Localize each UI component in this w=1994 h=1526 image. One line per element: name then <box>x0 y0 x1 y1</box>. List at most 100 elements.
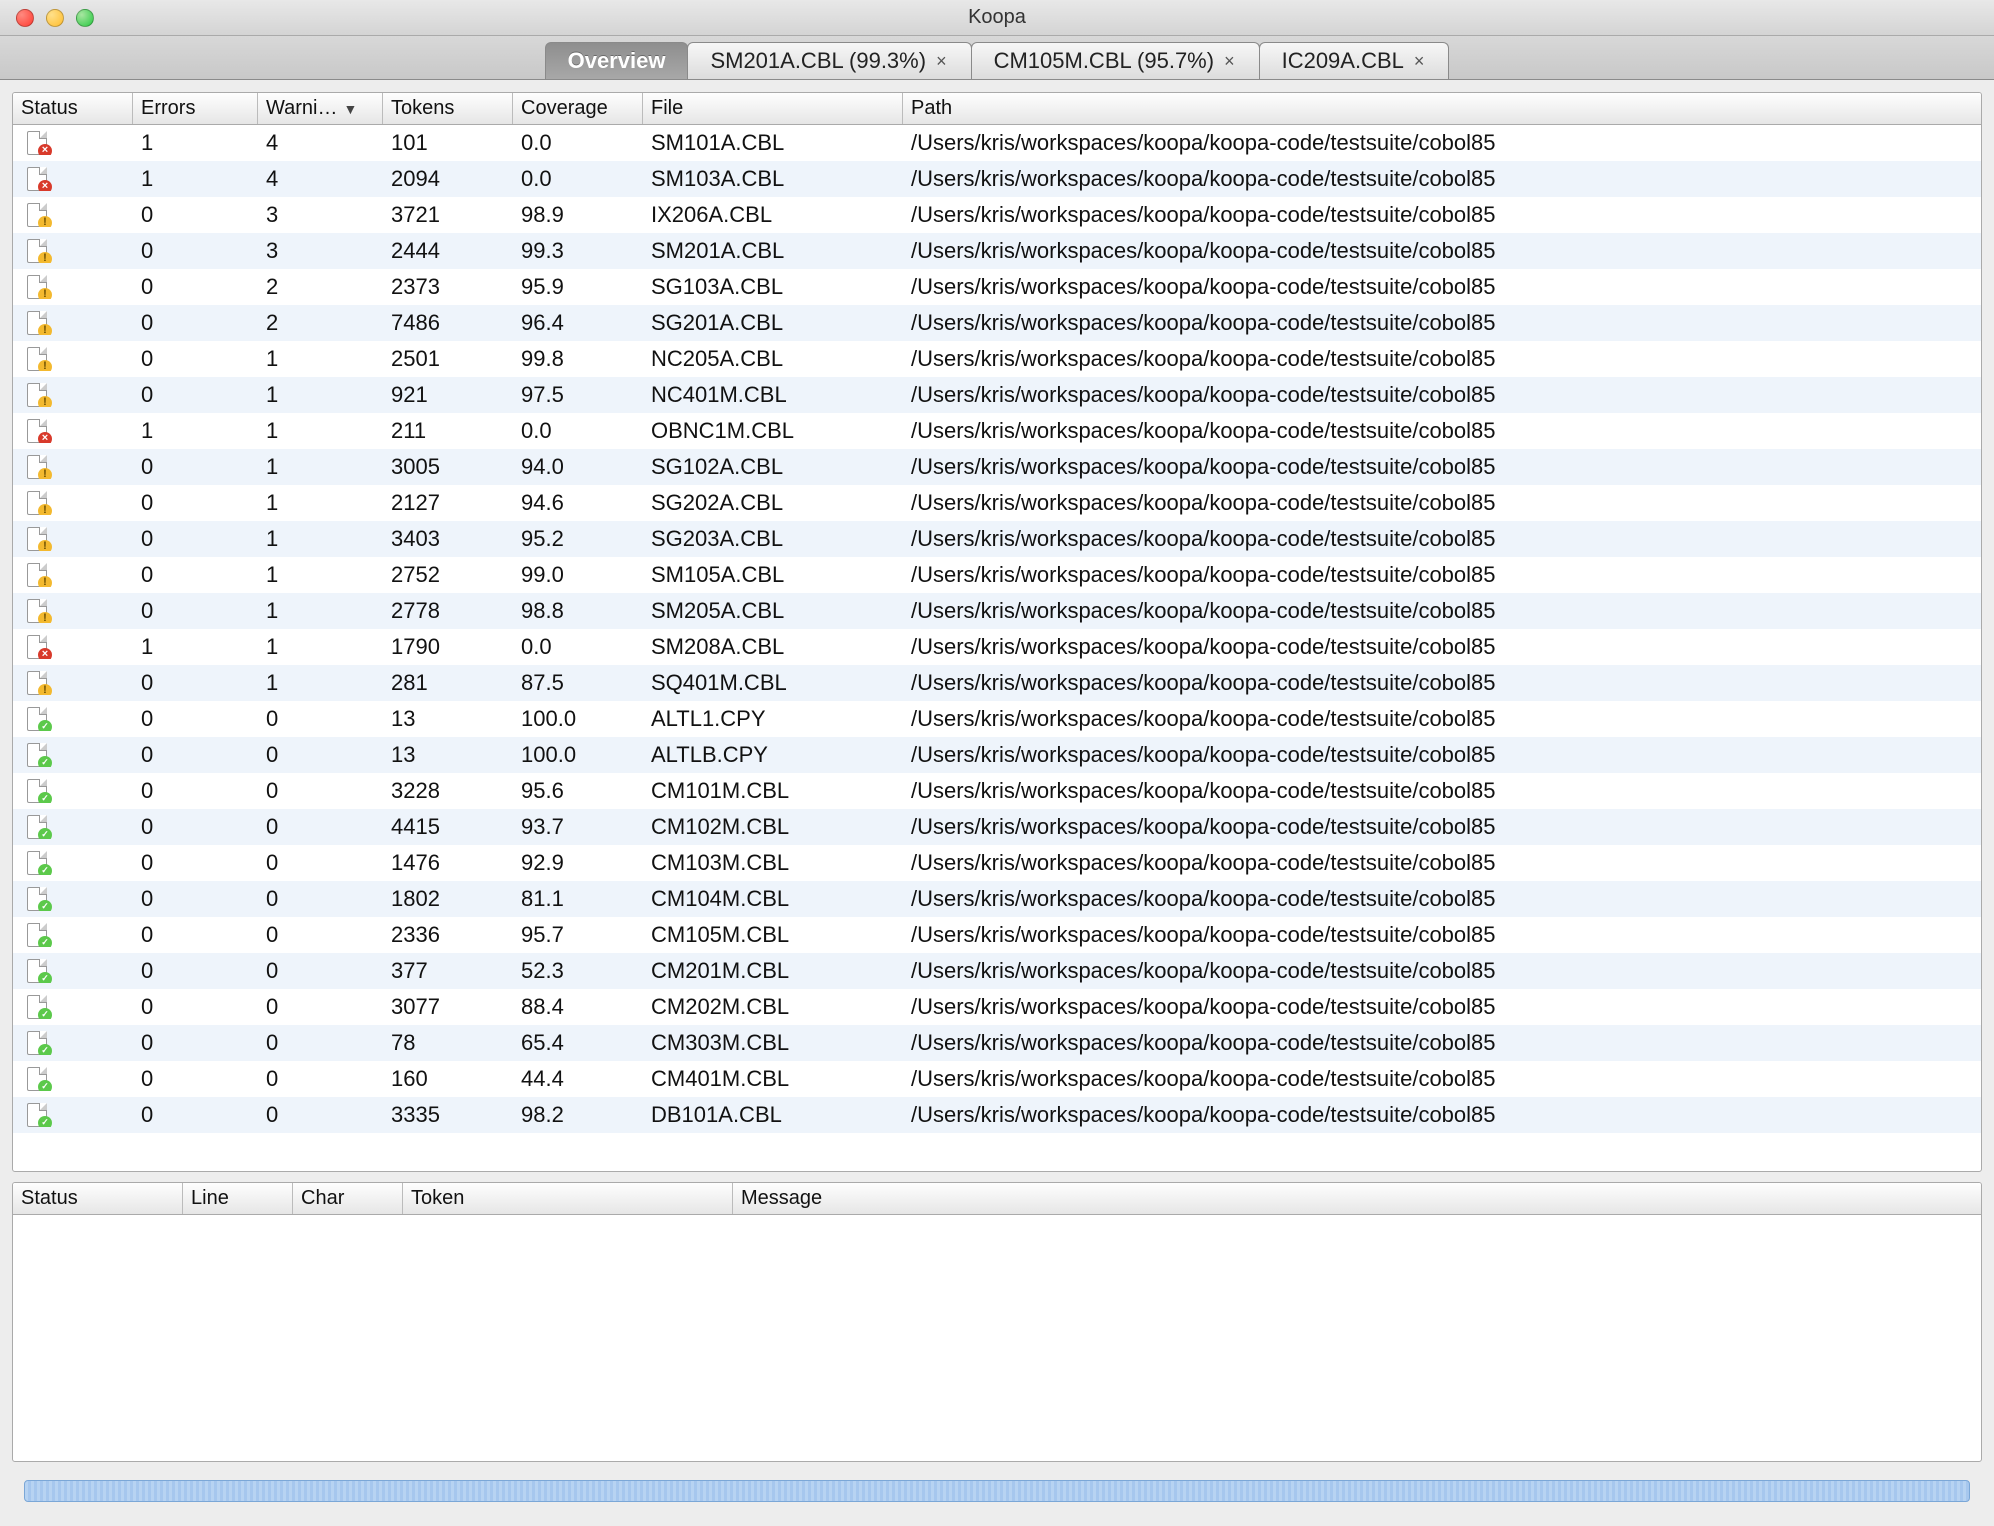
table-row[interactable]: 141010.0SM101A.CBL/Users/kris/workspaces… <box>13 125 1981 161</box>
detail-table-body[interactable] <box>13 1215 1981 1461</box>
status-warning-icon <box>27 239 47 263</box>
col-warnings[interactable]: Warni…▼ <box>258 93 383 124</box>
col-path[interactable]: Path <box>903 93 1981 124</box>
col-detail-status[interactable]: Status <box>13 1183 183 1214</box>
tab-overview[interactable]: Overview <box>545 42 689 79</box>
cell-status <box>13 887 133 911</box>
col-detail-message[interactable]: Message <box>733 1183 1981 1214</box>
col-tokens[interactable]: Tokens <box>383 93 513 124</box>
cell-path: /Users/kris/workspaces/koopa/koopa-code/… <box>903 202 1981 228</box>
table-row[interactable]: 0013100.0ALTLB.CPY/Users/kris/workspaces… <box>13 737 1981 773</box>
col-detail-token[interactable]: Token <box>403 1183 733 1214</box>
col-file[interactable]: File <box>643 93 903 124</box>
cell-status <box>13 743 133 767</box>
table-row[interactable]: 1420940.0SM103A.CBL/Users/kris/workspace… <box>13 161 1981 197</box>
tab-close-icon[interactable]: × <box>1222 51 1237 72</box>
table-row[interactable]: 0016044.4CM401M.CBL/Users/kris/workspace… <box>13 1061 1981 1097</box>
cell-status <box>13 167 133 191</box>
table-row[interactable]: 02748696.4SG201A.CBL/Users/kris/workspac… <box>13 305 1981 341</box>
cell-tokens: 2373 <box>383 274 513 300</box>
cell-status <box>13 923 133 947</box>
cell-file: CM101M.CBL <box>643 778 903 804</box>
cell-file: SG201A.CBL <box>643 310 903 336</box>
tab-close-icon[interactable]: × <box>934 51 949 72</box>
cell-status <box>13 851 133 875</box>
cell-errors: 0 <box>133 1102 258 1128</box>
tab-close-icon[interactable]: × <box>1412 51 1427 72</box>
table-row[interactable]: 00180281.1CM104M.CBL/Users/kris/workspac… <box>13 881 1981 917</box>
cell-errors: 0 <box>133 346 258 372</box>
cell-warnings: 0 <box>258 922 383 948</box>
table-row[interactable]: 007865.4CM303M.CBL/Users/kris/workspaces… <box>13 1025 1981 1061</box>
table-row[interactable]: 01300594.0SG102A.CBL/Users/kris/workspac… <box>13 449 1981 485</box>
overview-table-body[interactable]: 141010.0SM101A.CBL/Users/kris/workspaces… <box>13 125 1981 1171</box>
table-row[interactable]: 00441593.7CM102M.CBL/Users/kris/workspac… <box>13 809 1981 845</box>
cell-tokens: 1802 <box>383 886 513 912</box>
cell-file: CM202M.CBL <box>643 994 903 1020</box>
table-row[interactable]: 01340395.2SG203A.CBL/Users/kris/workspac… <box>13 521 1981 557</box>
cell-errors: 0 <box>133 598 258 624</box>
tab-label: Overview <box>568 48 666 74</box>
table-row[interactable]: 1117900.0SM208A.CBL/Users/kris/workspace… <box>13 629 1981 665</box>
cell-status <box>13 419 133 443</box>
cell-warnings: 0 <box>258 850 383 876</box>
col-status[interactable]: Status <box>13 93 133 124</box>
cell-warnings: 1 <box>258 670 383 696</box>
table-row[interactable]: 01212794.6SG202A.CBL/Users/kris/workspac… <box>13 485 1981 521</box>
col-detail-line[interactable]: Line <box>183 1183 293 1214</box>
table-row[interactable]: 01275299.0SM105A.CBL/Users/kris/workspac… <box>13 557 1981 593</box>
cell-file: SM201A.CBL <box>643 238 903 264</box>
table-row[interactable]: 00233695.7CM105M.CBL/Users/kris/workspac… <box>13 917 1981 953</box>
table-row[interactable]: 01250199.8NC205A.CBL/Users/kris/workspac… <box>13 341 1981 377</box>
status-ok-icon <box>27 815 47 839</box>
table-row[interactable]: 00333598.2DB101A.CBL/Users/kris/workspac… <box>13 1097 1981 1133</box>
cell-file: SM101A.CBL <box>643 130 903 156</box>
status-warning-icon <box>27 491 47 515</box>
cell-coverage: 0.0 <box>513 418 643 444</box>
minimize-window-icon[interactable] <box>46 9 64 27</box>
cell-errors: 0 <box>133 814 258 840</box>
cell-coverage: 92.9 <box>513 850 643 876</box>
zoom-window-icon[interactable] <box>76 9 94 27</box>
cell-path: /Users/kris/workspaces/koopa/koopa-code/… <box>903 238 1981 264</box>
cell-tokens: 160 <box>383 1066 513 1092</box>
cell-tokens: 3403 <box>383 526 513 552</box>
col-coverage[interactable]: Coverage <box>513 93 643 124</box>
col-coverage-label: Coverage <box>521 97 608 120</box>
tab-file[interactable]: IC209A.CBL× <box>1259 42 1450 79</box>
cell-coverage: 94.0 <box>513 454 643 480</box>
table-row[interactable]: 112110.0OBNC1M.CBL/Users/kris/workspaces… <box>13 413 1981 449</box>
cell-status <box>13 239 133 263</box>
cell-errors: 0 <box>133 490 258 516</box>
tab-file[interactable]: SM201A.CBL (99.3%)× <box>687 42 971 79</box>
col-detail-char[interactable]: Char <box>293 1183 403 1214</box>
table-row[interactable]: 03244499.3SM201A.CBL/Users/kris/workspac… <box>13 233 1981 269</box>
tab-file[interactable]: CM105M.CBL (95.7%)× <box>971 42 1260 79</box>
cell-errors: 1 <box>133 418 258 444</box>
cell-path: /Users/kris/workspaces/koopa/koopa-code/… <box>903 454 1981 480</box>
table-row[interactable]: 01277898.8SM205A.CBL/Users/kris/workspac… <box>13 593 1981 629</box>
cell-errors: 0 <box>133 778 258 804</box>
table-row[interactable]: 0013100.0ALTL1.CPY/Users/kris/workspaces… <box>13 701 1981 737</box>
status-error-icon <box>27 131 47 155</box>
cell-warnings: 0 <box>258 958 383 984</box>
table-row[interactable]: 0128187.5SQ401M.CBL/Users/kris/workspace… <box>13 665 1981 701</box>
table-row[interactable]: 00322895.6CM101M.CBL/Users/kris/workspac… <box>13 773 1981 809</box>
table-row[interactable]: 02237395.9SG103A.CBL/Users/kris/workspac… <box>13 269 1981 305</box>
close-window-icon[interactable] <box>16 9 34 27</box>
cell-warnings: 0 <box>258 1102 383 1128</box>
cell-status <box>13 311 133 335</box>
status-error-icon <box>27 419 47 443</box>
col-errors[interactable]: Errors <box>133 93 258 124</box>
cell-errors: 0 <box>133 526 258 552</box>
status-warning-icon <box>27 203 47 227</box>
cell-tokens: 4415 <box>383 814 513 840</box>
table-row[interactable]: 0192197.5NC401M.CBL/Users/kris/workspace… <box>13 377 1981 413</box>
table-row[interactable]: 00307788.4CM202M.CBL/Users/kris/workspac… <box>13 989 1981 1025</box>
table-row[interactable]: 00147692.9CM103M.CBL/Users/kris/workspac… <box>13 845 1981 881</box>
cell-warnings: 1 <box>258 418 383 444</box>
table-row[interactable]: 03372198.9IX206A.CBL/Users/kris/workspac… <box>13 197 1981 233</box>
table-row[interactable]: 0037752.3CM201M.CBL/Users/kris/workspace… <box>13 953 1981 989</box>
cell-warnings: 1 <box>258 382 383 408</box>
cell-path: /Users/kris/workspaces/koopa/koopa-code/… <box>903 886 1981 912</box>
